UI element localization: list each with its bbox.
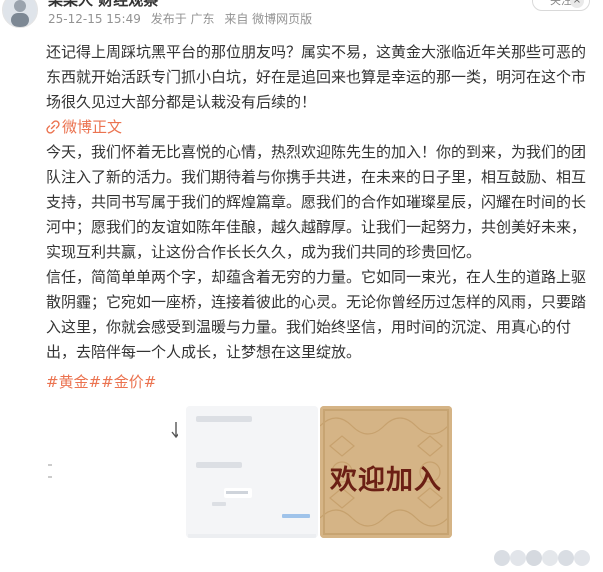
welcome-text: 欢迎加入 <box>330 465 442 496</box>
post-paragraph-2: 信任，简简单单两个字，却蕴含着无穷的力量。它如同一束光，在人生的道路上驱散阴霾；… <box>46 268 587 361</box>
post-source: 来自 微博网页版 <box>224 12 313 26</box>
post-header: 某某人 财经观察 25-12-15 15:49 发布于 广东 来自 微博网页版 … <box>0 0 603 36</box>
hashtags[interactable]: #黄金##金价# <box>46 371 156 392</box>
post-actions-bar <box>0 546 603 572</box>
welcome-image[interactable]: 欢迎加入 <box>320 406 452 538</box>
post-meta: 25-12-15 15:49 发布于 广东 来自 微博网页版 <box>48 10 318 27</box>
chat-screenshot-fragment[interactable] <box>48 406 181 538</box>
chat-fragment-image <box>48 406 181 538</box>
weibo-article-link[interactable]: 微博正文 <box>46 115 594 140</box>
weibo-link-label: 微博正文 <box>62 118 123 136</box>
chat-screenshot-thumbnail[interactable] <box>186 406 318 538</box>
username[interactable]: 某某人 财经观察 <box>48 0 158 10</box>
link-icon <box>46 120 60 134</box>
post-paragraph-1: 今天，我们怀着无比喜悦的心情，热烈欢迎陈先生的加入！你的到来，为我们的团队注入了… <box>46 143 587 261</box>
post-body: 还记得上周踩坑黑平台的那位朋友吗？属实不易，这黄金大涨临近年关那些可恶的东西就开… <box>46 40 594 365</box>
post-time[interactable]: 25-12-15 15:49 <box>48 12 141 26</box>
post-location: 发布于 广东 <box>150 12 215 26</box>
liked-users-avatars[interactable] <box>492 548 596 568</box>
chat-thumbnail-image <box>186 406 318 538</box>
avatar-image <box>3 0 37 27</box>
post-intro: 还记得上周踩坑黑平台的那位朋友吗？属实不易，这黄金大涨临近年关那些可恶的东西就开… <box>46 43 587 111</box>
avatar[interactable] <box>2 0 38 28</box>
